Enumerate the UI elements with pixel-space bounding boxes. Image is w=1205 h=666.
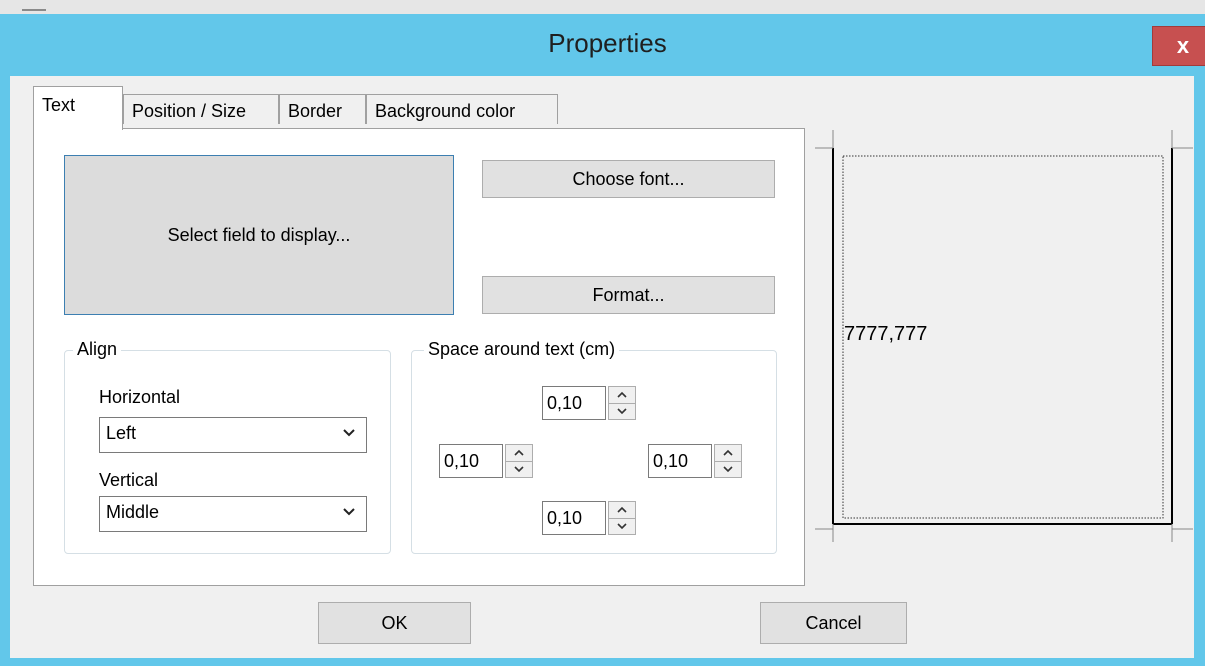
space-bottom-stepper[interactable]: 0,10	[542, 501, 638, 535]
space-right-value[interactable]: 0,10	[648, 444, 712, 478]
preview-sample-text: 7777,777	[844, 323, 928, 345]
horizontal-align-value: Left	[106, 423, 137, 443]
properties-dialog: Properties x Text Position / Size Border…	[0, 0, 1205, 666]
vertical-align-select[interactable]: Middle	[99, 496, 367, 532]
space-left-stepper[interactable]: 0,10	[439, 444, 535, 478]
format-label: Format...	[592, 284, 665, 305]
chevron-up-icon[interactable]	[715, 445, 741, 462]
select-field-label: Select field to display...	[167, 224, 351, 245]
select-field-button[interactable]: Select field to display...	[64, 155, 454, 315]
align-group: Align Horizontal Left Vertical Middle	[64, 339, 391, 554]
space-right-arrows	[714, 444, 742, 478]
chevron-down-icon[interactable]	[609, 518, 635, 534]
tab-label: Border	[288, 101, 343, 121]
space-around-text-group: Space around text (cm) 0,10 0,10 0,10 0,…	[411, 339, 777, 554]
ok-label: OK	[381, 612, 408, 633]
choose-font-button[interactable]: Choose font...	[482, 160, 775, 198]
tab-position-size[interactable]: Position / Size	[123, 94, 279, 124]
horizontal-align-select[interactable]: Left	[99, 417, 367, 453]
vertical-label: Vertical	[99, 470, 159, 490]
chevron-up-icon[interactable]	[506, 445, 532, 462]
cancel-button[interactable]: Cancel	[760, 602, 907, 644]
cancel-label: Cancel	[805, 612, 862, 633]
space-left-value[interactable]: 0,10	[439, 444, 503, 478]
space-bottom-value[interactable]: 0,10	[542, 501, 606, 535]
space-right-stepper[interactable]: 0,10	[648, 444, 744, 478]
space-top-arrows	[608, 386, 636, 420]
chevron-up-icon[interactable]	[609, 387, 635, 404]
chevron-down-icon	[343, 508, 355, 516]
close-button[interactable]: x	[1152, 26, 1205, 66]
space-legend: Space around text (cm)	[424, 339, 620, 360]
ok-button[interactable]: OK	[318, 602, 471, 644]
tab-text[interactable]: Text	[33, 86, 123, 130]
background-window-strip	[0, 0, 1205, 14]
align-legend: Align	[73, 339, 122, 360]
title-bar[interactable]: Properties x	[10, 14, 1205, 76]
tab-border[interactable]: Border	[279, 94, 366, 124]
format-button[interactable]: Format...	[482, 276, 775, 314]
space-top-value[interactable]: 0,10	[542, 386, 606, 420]
choose-font-label: Choose font...	[572, 168, 685, 189]
tab-background-color[interactable]: Background color	[366, 94, 558, 124]
chevron-up-icon[interactable]	[609, 502, 635, 519]
window-title: Properties	[548, 28, 667, 58]
space-top-stepper[interactable]: 0,10	[542, 386, 638, 420]
preview-canvas	[815, 130, 1193, 542]
text-tab-panel: Select field to display... Choose font..…	[33, 128, 805, 586]
background-mark	[22, 9, 46, 11]
space-bottom-arrows	[608, 501, 636, 535]
tab-label: Position / Size	[132, 101, 247, 121]
chevron-down-icon[interactable]	[715, 461, 741, 477]
space-left-arrows	[505, 444, 533, 478]
chevron-down-icon	[343, 429, 355, 437]
chevron-down-icon[interactable]	[506, 461, 532, 477]
tab-label: Background color	[375, 101, 516, 121]
horizontal-label: Horizontal	[99, 387, 181, 407]
vertical-align-value: Middle	[106, 502, 160, 522]
close-icon: x	[1176, 33, 1190, 58]
tab-label: Text	[42, 95, 76, 115]
chevron-down-icon[interactable]	[609, 403, 635, 419]
